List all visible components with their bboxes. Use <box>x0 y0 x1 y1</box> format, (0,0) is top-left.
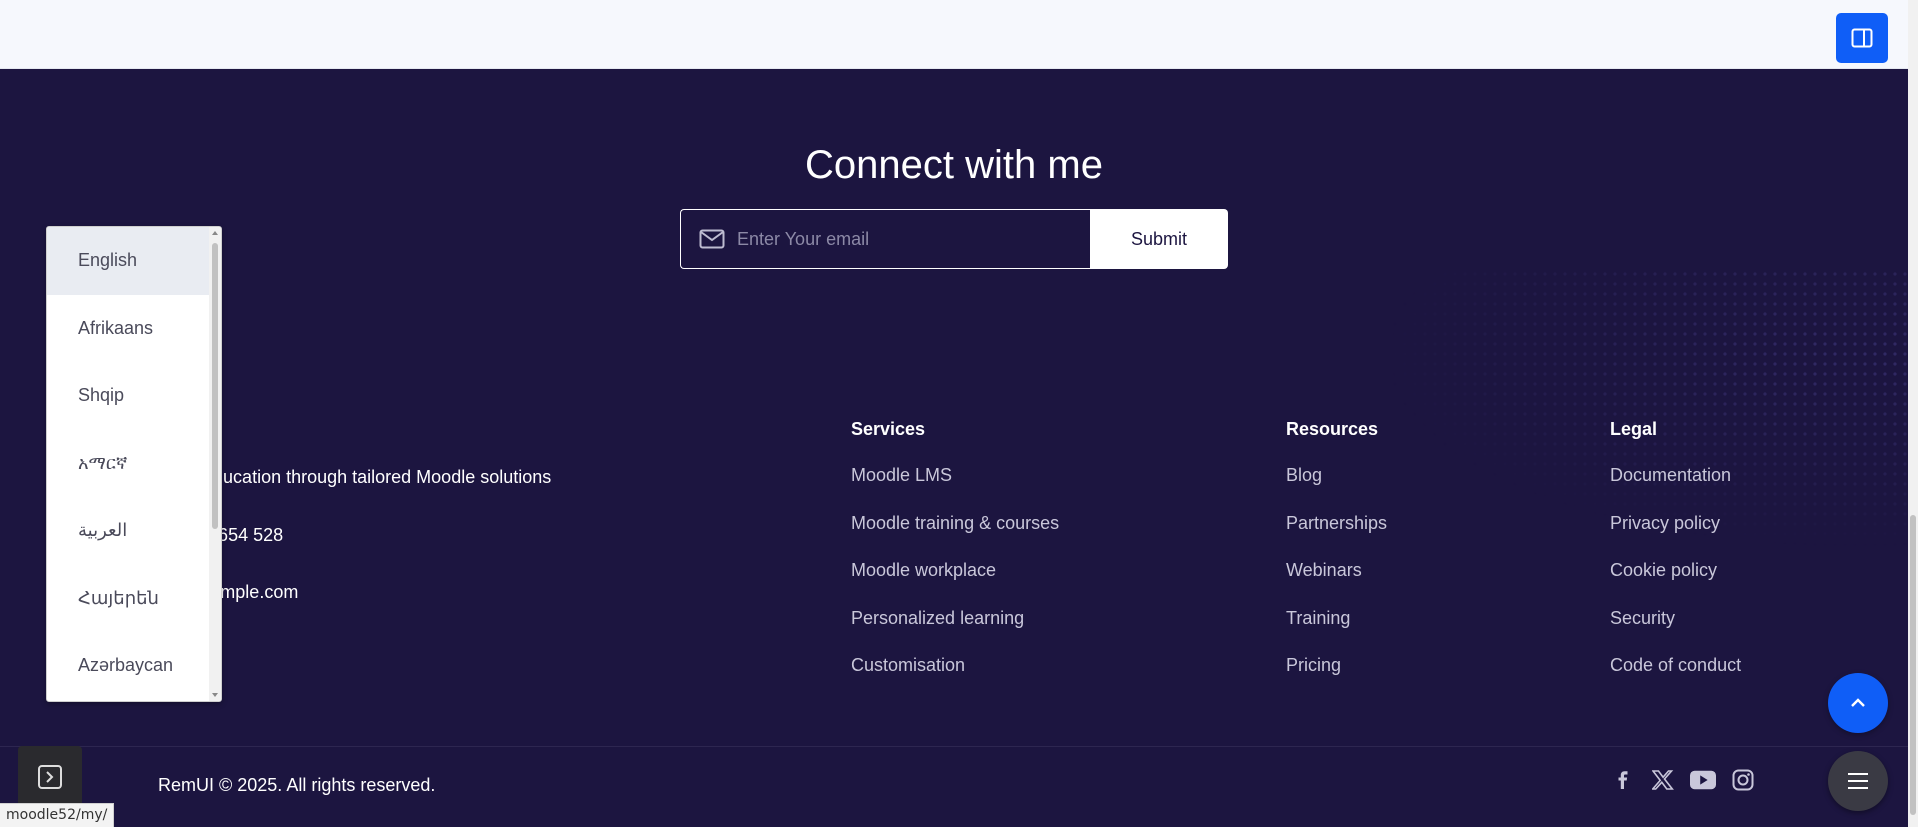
sidebar-panel-icon <box>1851 28 1873 48</box>
menu-fab-button[interactable] <box>1828 751 1888 811</box>
x-icon[interactable] <box>1650 767 1676 793</box>
facebook-icon[interactable] <box>1610 767 1636 793</box>
language-option-arabic[interactable]: العربية <box>47 497 211 565</box>
subscribe-form: Submit <box>680 209 1228 269</box>
language-option-shqip[interactable]: Shqip <box>47 362 211 430</box>
scroll-up-arrow-icon[interactable] <box>212 231 218 235</box>
email-field-wrapper <box>680 209 1090 269</box>
language-option-azerbaijani[interactable]: Azərbaycan <box>47 632 211 700</box>
footer-divider <box>0 746 1908 747</box>
chevron-up-icon <box>1851 698 1865 707</box>
hamburger-icon <box>1848 773 1868 789</box>
back-to-top-button[interactable] <box>1828 673 1888 733</box>
scroll-down-arrow-icon[interactable] <box>212 693 218 697</box>
connect-title: Connect with me <box>805 143 1103 187</box>
youtube-icon[interactable] <box>1690 767 1716 793</box>
site-footer: Connect with me Submit GO ering educatio… <box>0 69 1908 827</box>
footer-link[interactable]: Cookie policy <box>1610 560 1741 608</box>
footer-link[interactable]: Documentation <box>1610 465 1741 513</box>
column-heading: Legal <box>1610 419 1658 439</box>
footer-link[interactable]: Partnerships <box>1286 513 1387 561</box>
footer-link[interactable]: Training <box>1286 608 1387 656</box>
drawer-toggle-button[interactable] <box>18 746 82 808</box>
footer-column-services: Services Moodle LMS Moodle training & co… <box>851 419 1059 703</box>
copyright-text: RemUI © 2025. All rights reserved. <box>158 775 436 795</box>
column-heading: Resources <box>1286 419 1379 439</box>
footer-link[interactable]: Webinars <box>1286 560 1387 608</box>
submit-button[interactable]: Submit <box>1090 209 1228 269</box>
language-list-scrollbar[interactable] <box>209 227 221 701</box>
expand-drawer-icon <box>38 765 62 789</box>
language-option-afrikaans[interactable]: Afrikaans <box>47 295 211 363</box>
footer-link[interactable]: Personalized learning <box>851 608 1059 656</box>
footer-link[interactable]: Pricing <box>1286 655 1387 703</box>
envelope-icon <box>699 229 725 249</box>
language-option-english[interactable]: English <box>47 227 211 295</box>
footer-link[interactable]: Security <box>1610 608 1741 656</box>
page-top-area <box>0 0 1908 69</box>
sidebar-toggle-button[interactable] <box>1836 13 1888 63</box>
footer-column-legal: Legal Documentation Privacy policy Cooki… <box>1610 419 1741 703</box>
email-input[interactable] <box>737 228 1077 250</box>
language-option-amharic[interactable]: አማርኛ <box>47 430 211 498</box>
page-scrollbar-thumb[interactable] <box>1910 515 1916 815</box>
column-heading: Services <box>851 419 926 439</box>
footer-link[interactable]: Moodle training & courses <box>851 513 1059 561</box>
footer-link[interactable]: Blog <box>1286 465 1387 513</box>
instagram-icon[interactable] <box>1730 767 1756 793</box>
footer-link[interactable]: Moodle LMS <box>851 465 1059 513</box>
language-option-armenian[interactable]: Հայերեն <box>47 565 211 633</box>
status-bar-url: moodle52/my/ <box>0 803 115 827</box>
social-links <box>1610 767 1756 793</box>
footer-column-resources: Resources Blog Partnerships Webinars Tra… <box>1286 419 1387 703</box>
footer-link[interactable]: Code of conduct <box>1610 655 1741 703</box>
footer-link[interactable]: Moodle workplace <box>851 560 1059 608</box>
language-dropdown: English Afrikaans Shqip አማርኛ العربية Հայ… <box>46 226 222 702</box>
language-list: English Afrikaans Shqip አማርኛ العربية Հայ… <box>47 227 211 700</box>
scrollbar-thumb[interactable] <box>212 243 218 529</box>
footer-link[interactable]: Privacy policy <box>1610 513 1741 561</box>
footer-link[interactable]: Customisation <box>851 655 1059 703</box>
